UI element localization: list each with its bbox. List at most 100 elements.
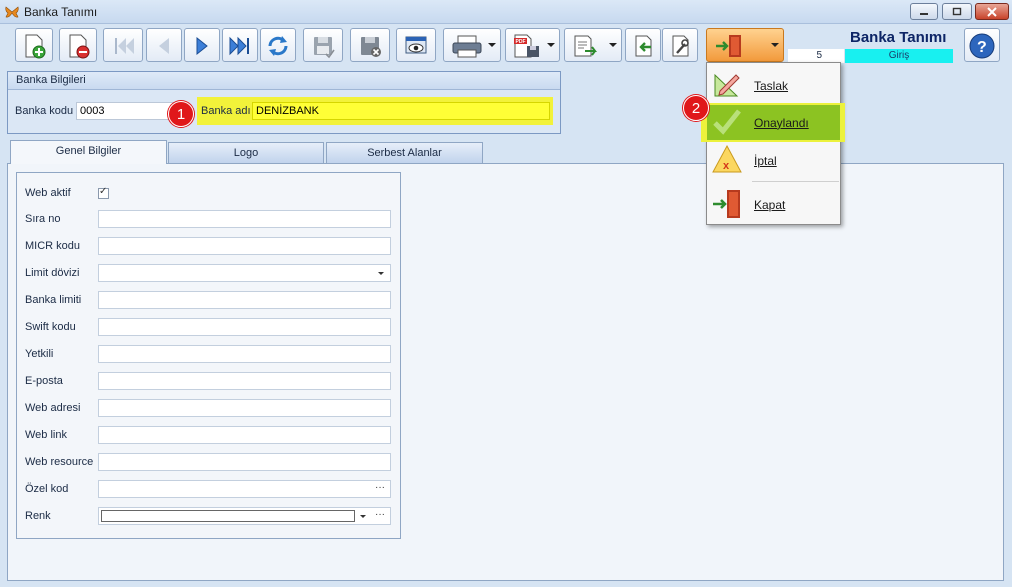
ellipsis-icon[interactable]: ··· [375,481,385,495]
field-label: Limit dövizi [25,267,80,279]
refresh-button[interactable] [260,28,296,62]
special-code-field[interactable]: ··· [98,480,391,498]
menu-item-close[interactable]: Kapat [707,184,840,224]
next-record-icon [196,36,208,56]
menu-item-label: Kapat [754,198,786,212]
svg-text:?: ? [977,39,987,56]
menu-item-label: Onaylandı [754,116,809,130]
delete-record-button[interactable] [59,28,97,62]
minimize-icon [920,13,928,15]
status-menu-button[interactable] [706,28,784,62]
swift-code-field[interactable] [98,318,391,336]
back-icon [635,35,652,57]
back-button[interactable] [625,28,661,62]
close-window-button[interactable] [975,3,1009,20]
field-label: Özel kod [25,483,69,495]
color-picker-field[interactable]: ··· [98,507,391,525]
delete-document-icon [69,34,90,59]
last-record-icon [229,36,249,56]
web-resource-field[interactable] [98,453,391,471]
bank-limit-field[interactable] [98,291,391,309]
web-address-field[interactable] [98,399,391,417]
field-label: E-posta [25,375,63,387]
web-active-checkbox[interactable]: ✓ [98,186,109,199]
menu-item-label: İptal [754,154,777,168]
new-record-button[interactable] [15,28,53,62]
bank-code-field[interactable]: 0003 [76,102,176,120]
pdf-export-button[interactable]: PDF [505,28,560,62]
field-label: Yetkili [25,348,54,360]
help-button[interactable]: ? [964,28,1000,62]
email-field[interactable] [98,372,391,390]
web-active-label: Web aktif [25,187,71,199]
pdf-export-icon: PDF [514,34,539,58]
micr-code-field[interactable] [98,237,391,255]
draft-pencil-icon [714,73,740,97]
first-record-icon [115,38,134,54]
help-icon: ? [969,33,995,59]
ellipsis-icon[interactable]: ··· [375,508,385,522]
previous-record-icon [159,38,169,54]
limit-currency-select[interactable] [98,264,391,282]
field-label: Sıra no [25,213,61,225]
bank-info-title: Banka Bilgileri [8,72,560,90]
web-link-field[interactable] [98,426,391,444]
refresh-icon [268,36,288,56]
minimize-button[interactable] [910,3,938,20]
menu-item-cancel[interactable]: x İptal [707,140,840,180]
tab-custom-fields[interactable]: Serbest Alanlar [326,142,483,164]
next-record-button[interactable] [184,28,220,62]
tab-general[interactable]: Genel Bilgiler [10,140,167,164]
maximize-button[interactable] [942,3,972,20]
title-bar: Banka Tanımı [0,0,1012,24]
previous-record-button[interactable] [146,28,182,62]
save-icon [314,37,335,59]
menu-item-approved[interactable]: Onaylandı [707,105,840,140]
cancel-save-icon [361,37,381,57]
tools-button[interactable] [662,28,698,62]
record-number: 5 [788,49,844,63]
bank-name-field[interactable]: DENİZBANK [252,102,550,120]
dropdown-arrow-icon [378,272,384,275]
field-label: Banka limiti [25,294,82,306]
document-transfer-icon [574,35,597,57]
field-label: Web adresi [25,402,81,414]
field-label: Web link [25,429,67,441]
order-no-field[interactable] [98,210,391,228]
status-badge: Giriş [845,49,953,63]
save-button[interactable] [303,28,343,62]
authorized-person-field[interactable] [98,345,391,363]
preview-icon [405,36,427,54]
step-marker-2: 2 [683,95,709,121]
print-icon [452,35,482,58]
close-door-icon [713,190,740,218]
tab-logo[interactable]: Logo [168,142,324,164]
cancel-warning-icon: x [712,144,742,173]
first-record-button[interactable] [103,28,143,62]
menu-item-draft[interactable]: Taslak [707,65,840,105]
new-document-icon [25,34,46,59]
checkmark-icon: ✓ [99,186,108,197]
transfer-button[interactable] [564,28,622,62]
field-label: Web resource [25,456,94,468]
cancel-changes-button[interactable] [350,28,390,62]
svg-text:x: x [723,160,730,172]
window-title: Banka Tanımı [24,5,98,19]
svg-text:PDF: PDF [516,39,526,45]
bank-name-label: Banka adı [201,105,251,117]
field-label: Swift kodu [25,321,76,333]
menu-item-label: Taslak [754,79,789,93]
field-label: Renk [25,510,51,522]
tools-icon [672,35,689,57]
preview-button[interactable] [396,28,436,62]
last-record-button[interactable] [222,28,258,62]
menu-separator [752,181,839,182]
step-marker-1: 1 [168,101,194,127]
color-swatch [101,510,355,522]
form-title: Banka Tanımı [850,29,947,46]
dropdown-arrow-icon[interactable] [360,515,366,518]
close-icon [987,7,997,17]
print-button[interactable] [443,28,501,62]
approved-check-icon [713,109,741,135]
maximize-icon [952,7,962,16]
